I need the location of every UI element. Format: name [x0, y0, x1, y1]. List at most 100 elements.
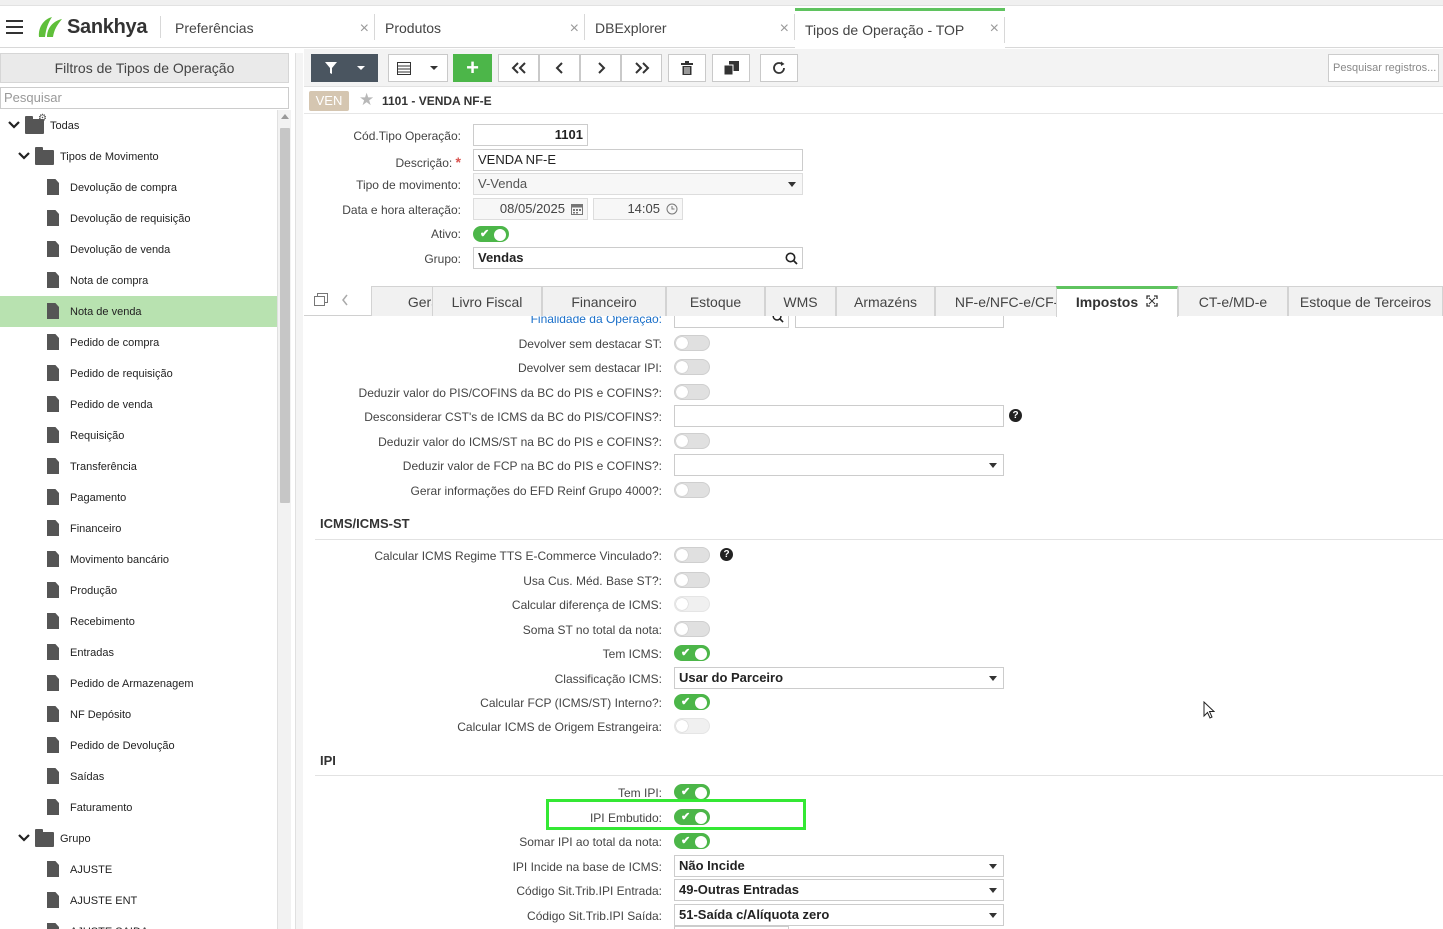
- tree-item[interactable]: Devolução de venda: [0, 234, 277, 265]
- select-field[interactable]: Não Incide: [674, 855, 1004, 877]
- expand-icon[interactable]: [1146, 295, 1158, 310]
- toggle[interactable]: [674, 359, 710, 375]
- add-button[interactable]: +: [453, 54, 492, 82]
- chevron-down-icon[interactable]: [7, 120, 21, 134]
- time-input[interactable]: 14:05: [593, 198, 683, 220]
- finalidade-input[interactable]: [674, 316, 789, 328]
- toggle[interactable]: [674, 572, 710, 588]
- search-icon[interactable]: [785, 252, 798, 265]
- tipo-select[interactable]: V-Venda: [473, 173, 803, 195]
- tree-item[interactable]: AJUSTE SAIDA: [0, 916, 277, 929]
- tab-wms[interactable]: WMS: [765, 286, 836, 316]
- tree-item[interactable]: NF Depósito: [0, 699, 277, 730]
- tab-livro-fiscal[interactable]: Livro Fiscal: [432, 286, 542, 316]
- tab-estoque-de-terceiros[interactable]: Estoque de Terceiros: [1288, 286, 1443, 316]
- desc-input[interactable]: VENDA NF-E: [473, 149, 803, 171]
- tree-item[interactable]: Nota de compra: [0, 265, 277, 296]
- tree-item[interactable]: AJUSTE: [0, 854, 277, 885]
- close-icon[interactable]: ×: [360, 20, 369, 38]
- tab-impostos[interactable]: Impostos: [1056, 286, 1178, 317]
- close-icon[interactable]: ×: [990, 20, 999, 38]
- toggle[interactable]: ✔: [674, 784, 710, 800]
- close-icon[interactable]: ×: [780, 20, 789, 38]
- tree-item[interactable]: Pedido de compra: [0, 327, 277, 358]
- close-icon[interactable]: ×: [570, 20, 579, 38]
- refresh-button[interactable]: [760, 54, 798, 82]
- tree-item[interactable]: Movimento bancário: [0, 544, 277, 575]
- select-field[interactable]: 51-Saída c/Alíquota zero: [674, 904, 1004, 926]
- tab-financeiro[interactable]: Financeiro: [542, 286, 666, 316]
- sankhya-logo[interactable]: Sankhya: [36, 14, 147, 40]
- toggle[interactable]: [674, 433, 710, 449]
- star-icon[interactable]: ★: [359, 90, 374, 110]
- clock-icon[interactable]: [666, 203, 678, 215]
- tree-item[interactable]: Devolução de requisição: [0, 203, 277, 234]
- toggle[interactable]: [674, 384, 710, 400]
- grid-view-button[interactable]: [388, 54, 448, 82]
- tree-node-grupo[interactable]: Grupo: [0, 823, 277, 854]
- toggle[interactable]: [674, 718, 710, 734]
- last-record-button[interactable]: [621, 54, 662, 82]
- toggle[interactable]: ✔: [674, 833, 710, 849]
- toggle[interactable]: [674, 621, 710, 637]
- tab-tipos-operacao[interactable]: Tipos de Operação - TOP ×: [795, 8, 1005, 49]
- tree-item[interactable]: Pedido de Devolução: [0, 730, 277, 761]
- search-records-input[interactable]: Pesquisar registros...: [1328, 54, 1439, 82]
- panel-splitter[interactable]: [295, 53, 303, 929]
- calendar-icon[interactable]: [571, 203, 583, 215]
- tree-item[interactable]: Devolução de compra: [0, 172, 277, 203]
- menu-icon[interactable]: [6, 20, 23, 34]
- tree-item[interactable]: Saídas: [0, 761, 277, 792]
- tree-item[interactable]: Requisição: [0, 420, 277, 451]
- toggle[interactable]: ✔: [674, 645, 710, 661]
- tree-node-tipos-movimento[interactable]: Tipos de Movimento: [0, 141, 277, 172]
- scroll-up-icon[interactable]: [281, 114, 289, 119]
- text-field[interactable]: [674, 405, 1004, 427]
- filter-search-input[interactable]: Pesquisar: [0, 87, 289, 109]
- chevron-down-icon[interactable]: [17, 151, 31, 165]
- tab-armaz-ns[interactable]: Armazéns: [836, 286, 935, 316]
- tree-item[interactable]: Produção: [0, 575, 277, 606]
- tree-item[interactable]: Transferência: [0, 451, 277, 482]
- tree-item[interactable]: Pedido de Armazenagem: [0, 668, 277, 699]
- toggle[interactable]: ✔: [674, 694, 710, 710]
- cod-input[interactable]: 1101: [473, 124, 588, 146]
- scrollbar[interactable]: [277, 110, 291, 929]
- finalidade-desc[interactable]: [795, 316, 1004, 328]
- tab-preferencias[interactable]: Preferências ×: [165, 8, 375, 48]
- tree-item[interactable]: Recebimento: [0, 606, 277, 637]
- chevron-left-icon[interactable]: [341, 294, 349, 306]
- search-icon[interactable]: [772, 316, 784, 323]
- tree-item[interactable]: Pedido de venda: [0, 389, 277, 420]
- toggle[interactable]: [674, 482, 710, 498]
- tab-estoque[interactable]: Estoque: [666, 286, 765, 316]
- tree-item[interactable]: Entradas: [0, 637, 277, 668]
- tree-node-root[interactable]: ⚙ Todas: [0, 110, 277, 141]
- filter-button[interactable]: [311, 54, 378, 82]
- tree-item[interactable]: Financeiro: [0, 513, 277, 544]
- chevron-down-icon[interactable]: [17, 833, 31, 847]
- select-field[interactable]: [674, 454, 1004, 476]
- tab-produtos[interactable]: Produtos ×: [375, 8, 585, 48]
- tree-item[interactable]: Faturamento: [0, 792, 277, 823]
- tree-item[interactable]: Pagamento: [0, 482, 277, 513]
- tree-item[interactable]: AJUSTE ENT: [0, 885, 277, 916]
- help-icon[interactable]: ?: [1009, 409, 1022, 422]
- restore-icon[interactable]: [314, 293, 329, 306]
- delete-button[interactable]: [668, 54, 706, 82]
- tab-dbexplorer[interactable]: DBExplorer ×: [585, 8, 795, 48]
- tree-item[interactable]: Nota de venda: [0, 296, 277, 327]
- ativo-toggle[interactable]: ✔: [473, 226, 509, 242]
- next-record-button[interactable]: [580, 54, 621, 82]
- first-record-button[interactable]: [498, 54, 539, 82]
- toggle[interactable]: [674, 596, 710, 612]
- date-input[interactable]: 08/05/2025: [473, 198, 588, 220]
- duplicate-button[interactable]: [712, 54, 750, 82]
- help-icon[interactable]: ?: [720, 548, 733, 561]
- toggle[interactable]: [674, 335, 710, 351]
- toggle[interactable]: [674, 547, 710, 563]
- tab-ct-e-md-e[interactable]: CT-e/MD-e: [1178, 286, 1288, 316]
- select-field[interactable]: 49-Outras Entradas: [674, 879, 1004, 901]
- previous-record-button[interactable]: [539, 54, 580, 82]
- grupo-input[interactable]: Vendas: [473, 247, 803, 269]
